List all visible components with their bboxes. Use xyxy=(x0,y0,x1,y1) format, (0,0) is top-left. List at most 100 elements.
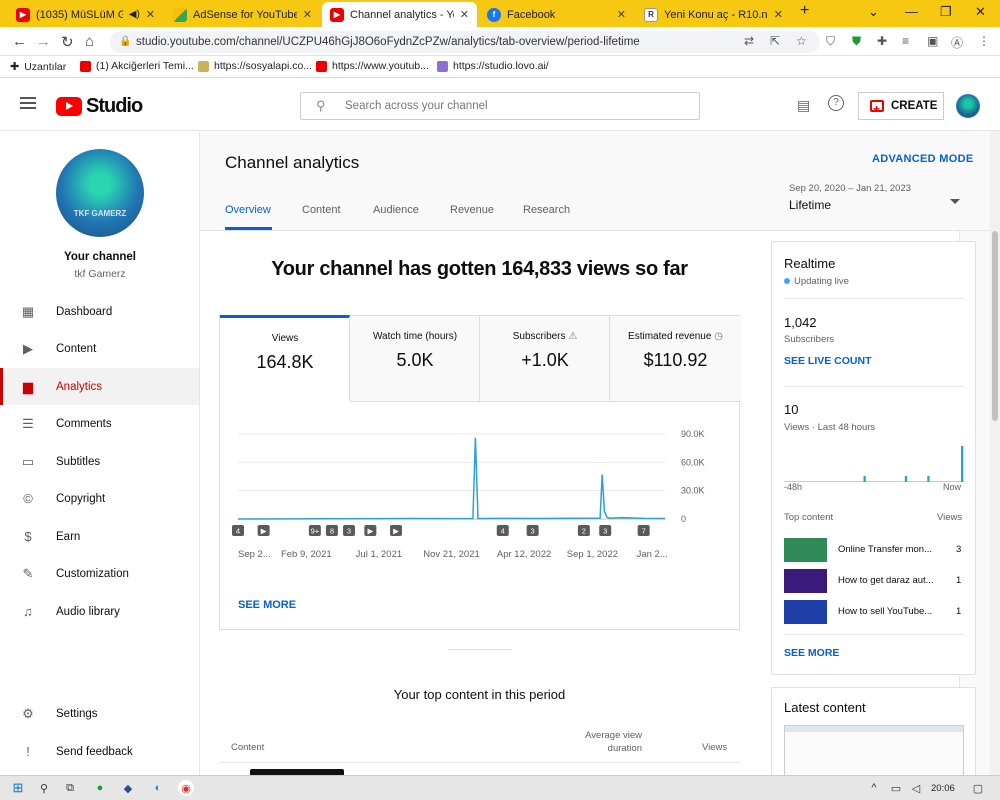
close-icon[interactable]: ✕ xyxy=(303,8,312,21)
windows-start-icon[interactable]: ⊞ xyxy=(10,780,26,796)
list-item[interactable]: How to get daraz aut... 1 xyxy=(784,569,964,593)
metric-card-subscribers[interactable]: Subscribers ⚠ +1.0K xyxy=(480,316,610,402)
browser-tab[interactable]: ▶ (1035) MüSLüM GüRS ◀) ✕ xyxy=(8,2,163,27)
puzzle-icon[interactable]: ✚ xyxy=(877,34,887,48)
sidebar-item-audio-library[interactable]: ♫ Audio library xyxy=(0,593,199,630)
message-icon[interactable]: ▤ xyxy=(797,97,810,114)
list-item[interactable]: Online Transfer mon... 3 xyxy=(784,538,964,562)
video-thumbnail[interactable] xyxy=(784,725,964,780)
avatar[interactable] xyxy=(956,94,980,118)
bookmark-item[interactable]: https://studio.lovo.ai/ xyxy=(437,60,549,72)
whatsapp-icon[interactable]: ● xyxy=(92,780,108,796)
restore-icon[interactable]: ❐ xyxy=(940,4,952,20)
column-header-content[interactable]: Content xyxy=(231,742,264,753)
bookmark-item[interactable]: https://sosyalapi.co... xyxy=(198,60,312,72)
period-range: Sep 20, 2020 – Jan 21, 2023 xyxy=(789,183,912,194)
back-icon[interactable]: ← xyxy=(12,33,27,50)
overview-panel: Your channel has gotten 164,833 views so… xyxy=(200,231,976,787)
network-icon[interactable]: ▭ xyxy=(888,780,904,796)
share-icon[interactable]: ⇱ xyxy=(770,34,780,48)
sidebar-item-customization[interactable]: ✎ Customization xyxy=(0,555,199,592)
app-icon[interactable]: ◆ xyxy=(120,780,136,796)
search-icon[interactable]: ⚲ xyxy=(36,780,52,796)
tab-revenue[interactable]: Revenue xyxy=(450,204,494,216)
chevron-up-icon[interactable]: ^ xyxy=(866,780,882,796)
x-tick-label: Sep 2... xyxy=(238,549,271,560)
tab-overview[interactable]: Overview xyxy=(225,204,271,216)
shield-icon[interactable]: ⛉ xyxy=(826,34,835,49)
extension-shield-icon[interactable]: ⛊ xyxy=(852,34,861,49)
star-icon[interactable]: ☆ xyxy=(796,34,807,48)
speaker-icon[interactable]: ◁ xyxy=(908,780,924,796)
sidebar-item-earn[interactable]: $ Earn xyxy=(0,518,199,555)
search-input[interactable]: ⚲ Search across your channel xyxy=(300,92,700,120)
browser-tab[interactable]: R Yeni Konu aç - R10.net ✕ xyxy=(636,2,791,27)
close-icon[interactable]: ✕ xyxy=(774,8,783,21)
sidebar-item-copyright[interactable]: © Copyright xyxy=(0,480,199,517)
see-more-button[interactable]: SEE MORE xyxy=(784,647,839,659)
bookmark-item[interactable]: https://www.youtub... xyxy=(316,60,429,72)
hamburger-menu-icon[interactable] xyxy=(20,97,36,109)
new-tab-icon[interactable]: + xyxy=(800,2,809,20)
help-icon[interactable]: ? xyxy=(828,95,844,111)
browser-tab-active[interactable]: ▶ Channel analytics - YouTu ✕ xyxy=(322,2,477,27)
realtime-card: Realtime Updating live 1,042 Subscribers… xyxy=(771,241,976,675)
x-tick-label: Jul 1, 2021 xyxy=(356,549,402,560)
tab-research[interactable]: Research xyxy=(523,204,570,216)
divider xyxy=(448,649,512,650)
studio-logo[interactable]: Studio xyxy=(56,95,143,118)
close-icon[interactable]: ✕ xyxy=(460,8,469,21)
media-icon[interactable]: ≡ xyxy=(902,34,909,48)
edge-icon[interactable]: ◐ xyxy=(150,780,166,796)
chrome-icon[interactable]: ◉ xyxy=(178,780,194,796)
period-selector[interactable]: Sep 20, 2020 – Jan 21, 2023 Lifetime xyxy=(789,183,964,212)
metric-card-watch-time[interactable]: Watch time (hours) 5.0K xyxy=(350,316,480,402)
sidebar-item-comments[interactable]: ☰ Comments xyxy=(0,405,199,442)
minimize-icon[interactable]: — xyxy=(905,4,918,19)
copyright-icon: © xyxy=(23,491,33,506)
column-header-views[interactable]: Views xyxy=(702,742,727,753)
close-icon[interactable]: ✕ xyxy=(617,8,626,21)
scrollbar-thumb[interactable] xyxy=(992,231,998,421)
sidebar-item-analytics[interactable]: ▆ Analytics xyxy=(0,368,199,405)
browser-tab[interactable]: AdSense for YouTube – G ✕ xyxy=(165,2,320,27)
bookmark-item[interactable]: (1) Akciğerleri Temi... xyxy=(80,60,194,72)
notifications-icon[interactable]: ▢ xyxy=(970,780,986,796)
scrollbar[interactable] xyxy=(990,131,1000,775)
x-tick-label: Jan 2... xyxy=(637,549,668,560)
column-header-avg-view-duration[interactable]: Average view duration xyxy=(570,729,642,755)
chevron-down-icon[interactable]: ⌄ xyxy=(868,4,879,20)
reload-icon[interactable]: ↻ xyxy=(61,33,74,51)
close-icon[interactable]: ✕ xyxy=(146,8,155,21)
create-button[interactable]: CREATE xyxy=(858,92,944,122)
see-more-button[interactable]: SEE MORE xyxy=(238,599,296,611)
caret-down-icon[interactable] xyxy=(950,199,960,204)
sidebar-item-subtitles[interactable]: ▭ Subtitles xyxy=(0,443,199,480)
close-window-icon[interactable]: ✕ xyxy=(975,4,986,20)
tab-content[interactable]: Content xyxy=(302,204,341,216)
advanced-mode-button[interactable]: ADVANCED MODE xyxy=(872,153,973,165)
event-marker-label: 3 xyxy=(347,527,351,536)
sidebar-item-settings[interactable]: ⚙ Settings xyxy=(0,695,199,732)
sidepanel-icon[interactable]: ▣ xyxy=(927,34,938,48)
tab-audience[interactable]: Audience xyxy=(373,204,419,216)
realtime-bar xyxy=(961,446,964,482)
metric-card-views[interactable]: Views 164.8K xyxy=(220,315,350,401)
task-view-icon[interactable]: ⧉ xyxy=(62,780,78,796)
list-item[interactable]: How to sell YouTube... 1 xyxy=(784,600,964,624)
forward-icon[interactable]: → xyxy=(36,33,51,50)
metric-card-revenue[interactable]: Estimated revenue ◷ $110.92 xyxy=(610,316,741,402)
sidebar-item-content[interactable]: ▶ Content xyxy=(0,330,199,367)
url-input[interactable]: 🔒 studio.youtube.com/channel/UCZPU46hGjJ… xyxy=(110,31,820,53)
browser-tab[interactable]: f Facebook ✕ xyxy=(479,2,634,27)
bookmark-item[interactable]: ✚ Uzantılar xyxy=(10,60,66,74)
r10-icon: R xyxy=(644,7,658,22)
kebab-menu-icon[interactable]: ⋮ xyxy=(978,34,990,48)
channel-avatar[interactable]: TKF GAMERZ xyxy=(56,149,144,237)
profile-icon[interactable]: Ⓐ xyxy=(951,34,963,51)
translate-icon[interactable]: ⇄ xyxy=(744,34,754,48)
home-icon[interactable]: ⌂ xyxy=(85,33,94,50)
sidebar-item-send-feedback[interactable]: ! Send feedback xyxy=(0,733,199,770)
see-live-count-button[interactable]: SEE LIVE COUNT xyxy=(784,355,872,367)
sidebar-item-dashboard[interactable]: ▦ Dashboard xyxy=(0,293,199,330)
